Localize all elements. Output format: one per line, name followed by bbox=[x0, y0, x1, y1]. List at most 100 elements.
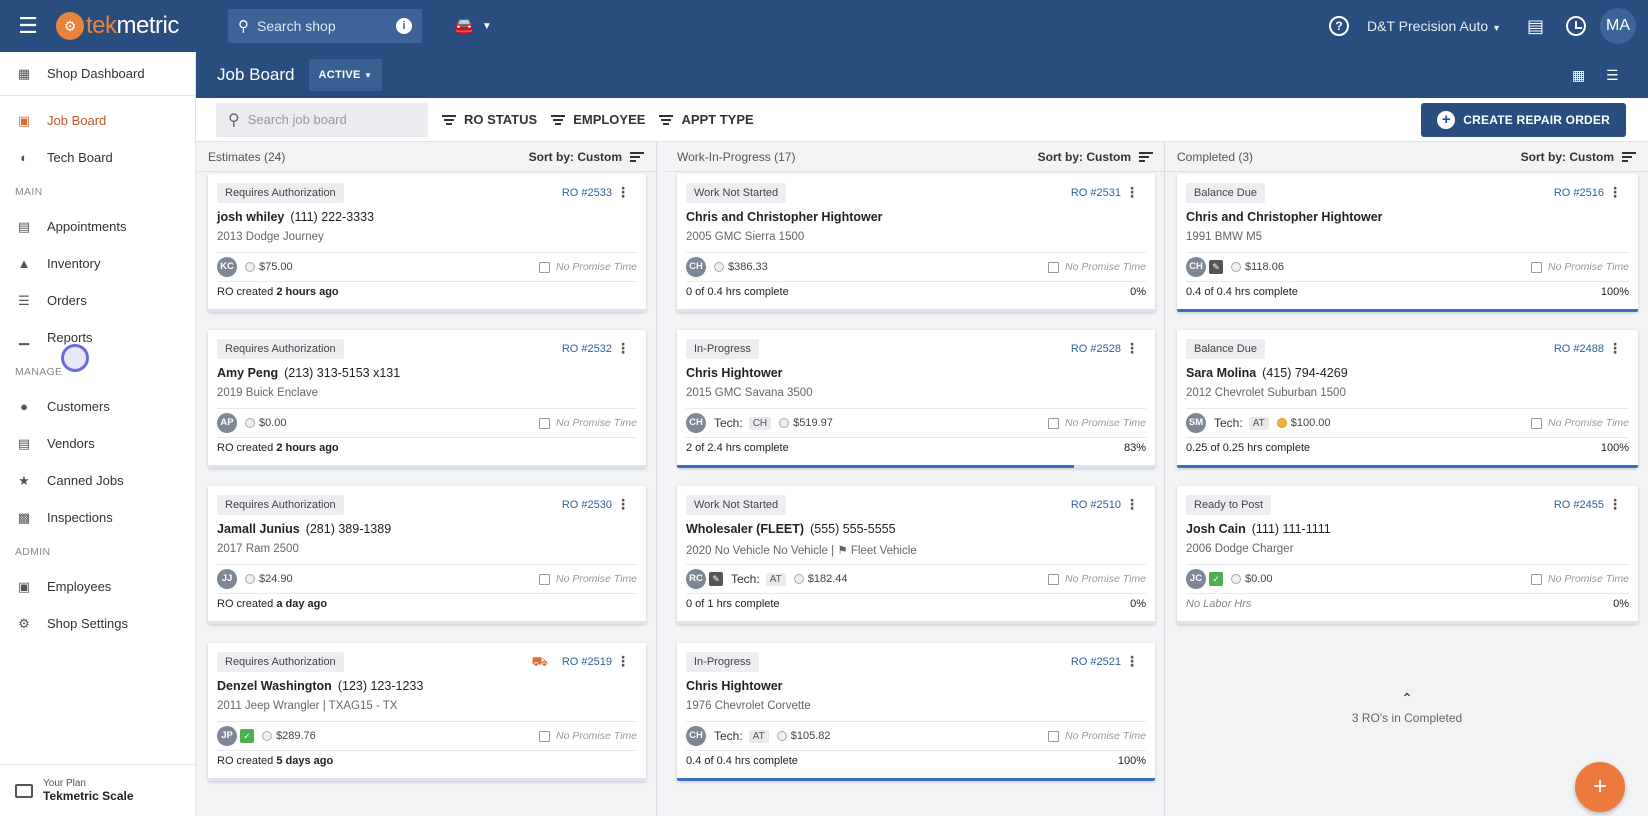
vehicle-info: 2005 GMC Sierra 1500 bbox=[686, 231, 805, 243]
tow-truck-icon: ⛟ bbox=[531, 654, 548, 669]
filter-ro-status[interactable]: RO STATUS bbox=[442, 112, 537, 127]
sidebar-item-inventory[interactable]: ▲ Inventory bbox=[0, 245, 195, 282]
create-repair-order-button[interactable]: + CREATE REPAIR ORDER bbox=[1421, 102, 1626, 137]
sidebar-item-employees[interactable]: ▣ Employees bbox=[0, 568, 195, 605]
ro-number-link[interactable]: RO #2532 bbox=[562, 343, 612, 355]
sidebar-item-shop-settings[interactable]: ⚙ Shop Settings bbox=[0, 605, 195, 642]
more-menu-icon[interactable]: ⋮ bbox=[1608, 340, 1622, 357]
sort-dropdown[interactable]: Sort by: Custom bbox=[1521, 150, 1636, 164]
more-menu-icon[interactable]: ⋮ bbox=[1125, 340, 1139, 357]
repair-order-card[interactable]: Work Not Started RO #2510 ⋮ Wholesaler (FLE… bbox=[677, 486, 1155, 624]
repair-order-card[interactable]: Balance Due RO #2516 ⋮ Chris and Christophe… bbox=[1177, 174, 1638, 312]
more-menu-icon[interactable]: ⋮ bbox=[616, 653, 630, 670]
divider bbox=[686, 564, 1146, 565]
repair-order-card[interactable]: In-Progress RO #2521 ⋮ Chris Hightower 1976 … bbox=[677, 643, 1155, 781]
menu-icon[interactable]: ☰ bbox=[0, 0, 56, 52]
promise-time[interactable]: No Promise Time bbox=[1047, 730, 1146, 742]
more-menu-icon[interactable]: ⋮ bbox=[1125, 184, 1139, 201]
promise-time[interactable]: No Promise Time bbox=[1530, 261, 1629, 273]
grid-view-icon[interactable]: ▦ bbox=[1572, 68, 1588, 82]
more-menu-icon[interactable]: ⋮ bbox=[1608, 496, 1622, 513]
tech-label: Tech: bbox=[1214, 416, 1243, 430]
repair-order-card[interactable]: Requires Authorization ⛟ RO #2519 ⋮ Denzel W… bbox=[208, 643, 646, 781]
sidebar-item-inspections[interactable]: ▩ Inspections bbox=[0, 499, 195, 536]
promise-time[interactable]: No Promise Time bbox=[1530, 573, 1629, 585]
repair-order-card[interactable]: Requires Authorization RO #2533 ⋮ josh whil… bbox=[208, 174, 646, 312]
ro-number-link[interactable]: RO #2519 bbox=[562, 656, 612, 668]
sort-dropdown[interactable]: Sort by: Custom bbox=[529, 150, 644, 164]
sort-dropdown[interactable]: Sort by: Custom bbox=[1038, 150, 1153, 164]
ro-number-link[interactable]: RO #2510 bbox=[1071, 499, 1121, 511]
sidebar-item-job-board[interactable]: ▣ Job Board bbox=[0, 102, 195, 139]
user-avatar[interactable]: MA bbox=[1600, 8, 1636, 44]
promise-time[interactable]: No Promise Time bbox=[1047, 261, 1146, 273]
completed-more[interactable]: ⌃ 3 RO's in Completed bbox=[1177, 690, 1637, 725]
filter-employee[interactable]: EMPLOYEE bbox=[551, 112, 645, 127]
more-menu-icon[interactable]: ⋮ bbox=[616, 184, 630, 201]
clock-icon[interactable] bbox=[1566, 16, 1586, 36]
search-shop-input[interactable]: ⚲ Search shop i bbox=[228, 9, 422, 43]
filter-icon bbox=[442, 114, 456, 125]
promise-time[interactable]: No Promise Time bbox=[1047, 417, 1146, 429]
gear-logo-icon: ⚙ bbox=[56, 12, 84, 40]
info-icon[interactable]: i bbox=[396, 18, 412, 34]
ro-number-link[interactable]: RO #2530 bbox=[562, 499, 612, 511]
sidebar-item-reports[interactable]: ▁ Reports bbox=[0, 319, 195, 356]
vehicle-dropdown[interactable]: 🚘 ▼ bbox=[454, 16, 492, 36]
promise-time[interactable]: No Promise Time bbox=[538, 261, 637, 273]
sidebar-item-canned-jobs[interactable]: ★ Canned Jobs bbox=[0, 462, 195, 499]
job-board-search-input[interactable]: ⚲ Search job board bbox=[216, 102, 428, 137]
ro-number-link[interactable]: RO #2488 bbox=[1554, 343, 1604, 355]
help-icon[interactable]: ? bbox=[1329, 16, 1350, 36]
repair-order-card[interactable]: Requires Authorization RO #2530 ⋮ Jamall Ju… bbox=[208, 486, 646, 624]
list-view-icon[interactable]: ☰ bbox=[1606, 68, 1622, 82]
tag-icon: ⚑ bbox=[837, 545, 848, 557]
more-menu-icon[interactable]: ⋮ bbox=[1125, 653, 1139, 670]
card-details-row: AP $0.00 No Promise Time bbox=[217, 412, 637, 434]
progress-percent: 0% bbox=[1130, 598, 1146, 610]
sidebar-item-shop-dashboard[interactable]: ▦ Shop Dashboard bbox=[0, 52, 195, 96]
repair-order-card[interactable]: Balance Due RO #2488 ⋮ Sara Molina (415) 794… bbox=[1177, 330, 1638, 468]
more-menu-icon[interactable]: ⋮ bbox=[1125, 496, 1139, 513]
promise-time[interactable]: No Promise Time bbox=[1047, 573, 1146, 585]
promise-time[interactable]: No Promise Time bbox=[538, 417, 637, 429]
repair-order-card[interactable]: Requires Authorization RO #2532 ⋮ Amy Peng(… bbox=[208, 330, 646, 468]
repair-order-card[interactable]: Ready to Post RO #2455 ⋮ Josh Cain (111) 111… bbox=[1177, 486, 1638, 624]
ro-number-link[interactable]: RO #2533 bbox=[562, 187, 612, 199]
chat-icon[interactable]: ▤ bbox=[1527, 16, 1544, 37]
column-divider bbox=[1164, 142, 1165, 816]
progress-bar bbox=[677, 621, 1155, 624]
ro-number-link[interactable]: RO #2455 bbox=[1554, 499, 1604, 511]
filter-appt-type[interactable]: APPT TYPE bbox=[659, 112, 754, 127]
promise-time[interactable]: No Promise Time bbox=[538, 573, 637, 585]
customer-phone: (123) 123-1233 bbox=[337, 679, 424, 693]
clipboard-icon: ▩ bbox=[17, 509, 31, 525]
divider bbox=[217, 252, 637, 253]
sidebar-item-tech-board[interactable]: ◐ Tech Board bbox=[0, 139, 195, 176]
sidebar-item-vendors[interactable]: ▤ Vendors bbox=[0, 425, 195, 462]
advisor-avatar: AP bbox=[217, 413, 237, 433]
sidebar-item-customers[interactable]: ● Customers bbox=[0, 388, 195, 425]
promise-time[interactable]: No Promise Time bbox=[1530, 417, 1629, 429]
ro-number-link[interactable]: RO #2521 bbox=[1071, 656, 1121, 668]
ro-total: $75.00 bbox=[245, 261, 293, 273]
divider bbox=[217, 564, 637, 565]
search-shop-placeholder: Search shop bbox=[257, 18, 336, 34]
plan-info[interactable]: Your Plan Tekmetric Scale bbox=[0, 764, 196, 816]
ro-number-link[interactable]: RO #2531 bbox=[1071, 187, 1121, 199]
repair-order-card[interactable]: Work Not Started RO #2531 ⋮ Chris and Chris… bbox=[677, 174, 1155, 312]
tekmetric-logo[interactable]: ⚙ tekmetric bbox=[56, 0, 216, 52]
ro-number-link[interactable]: RO #2516 bbox=[1554, 187, 1604, 199]
status-dropdown[interactable]: ACTIVE ▼ bbox=[308, 59, 383, 91]
shop-selector[interactable]: D&T Precision Auto ▼ bbox=[1367, 18, 1501, 34]
progress-percent: 100% bbox=[1600, 442, 1629, 454]
repair-order-card[interactable]: In-Progress RO #2528 ⋮ Chris Hightower 2015 … bbox=[677, 330, 1155, 468]
more-menu-icon[interactable]: ⋮ bbox=[616, 496, 630, 513]
sidebar-item-orders[interactable]: ☰ Orders bbox=[0, 282, 195, 319]
sidebar-item-appointments[interactable]: ▤ Appointments bbox=[0, 208, 195, 245]
promise-time[interactable]: No Promise Time bbox=[538, 730, 637, 742]
add-fab-button[interactable]: + bbox=[1575, 762, 1625, 812]
more-menu-icon[interactable]: ⋮ bbox=[616, 340, 630, 357]
more-menu-icon[interactable]: ⋮ bbox=[1608, 184, 1622, 201]
ro-number-link[interactable]: RO #2528 bbox=[1071, 343, 1121, 355]
